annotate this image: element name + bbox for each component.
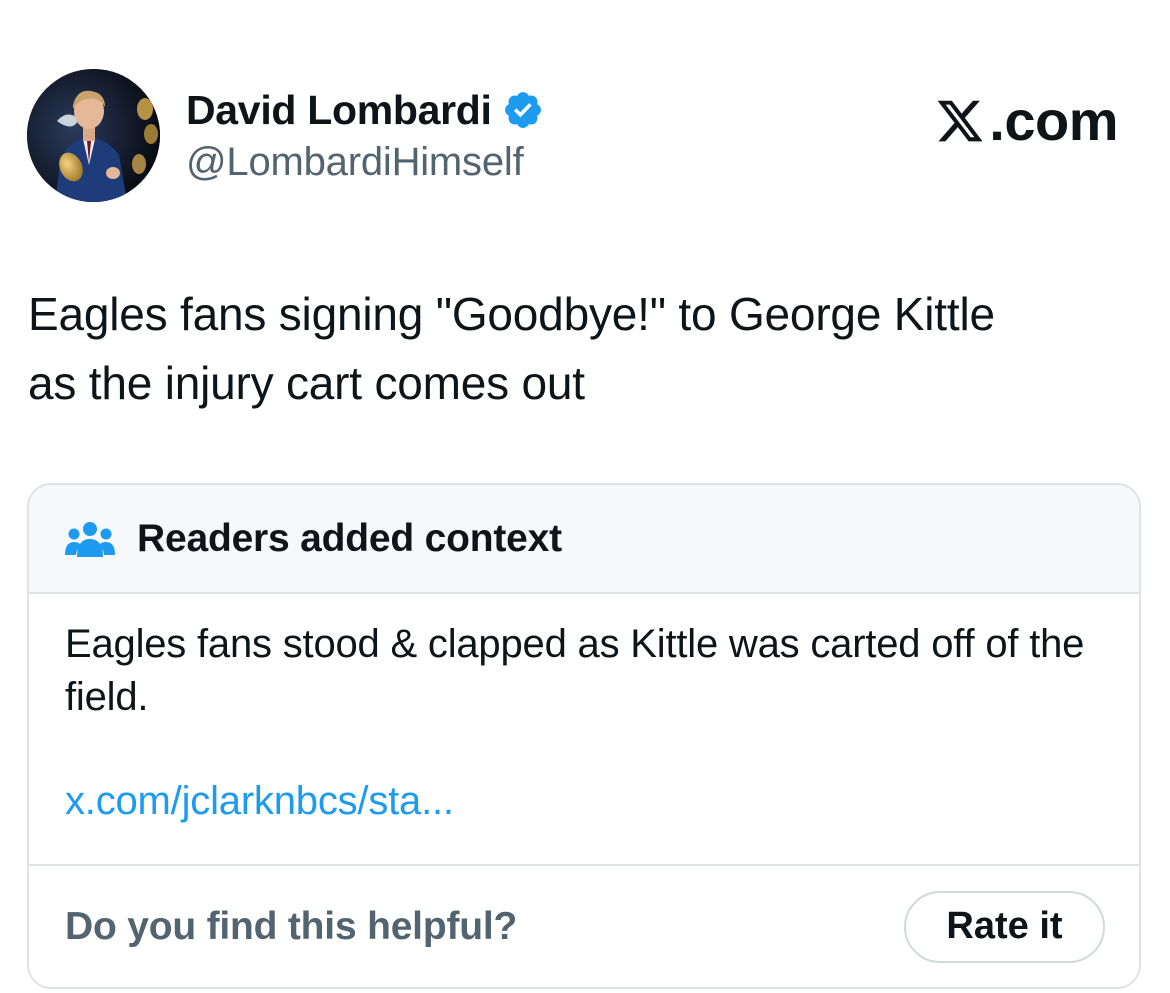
community-note-footer: Do you find this helpful? Rate it xyxy=(29,866,1139,987)
display-name-text[interactable]: David Lombardi xyxy=(186,87,492,134)
community-note-source-link[interactable]: x.com/jclarknbcs/sta... xyxy=(65,779,1103,824)
tweet-text-line-2: as the injury cart comes out xyxy=(28,357,585,409)
avatar[interactable] xyxy=(27,69,160,202)
display-name[interactable]: David Lombardi xyxy=(186,86,544,134)
brand-logo[interactable]: .com xyxy=(935,88,1118,153)
readers-icon xyxy=(65,521,115,557)
tweet-text-line-1: Eagles fans signing "Goodbye!" to George… xyxy=(28,288,995,340)
user-handle[interactable]: @LombardiHimself xyxy=(186,140,524,185)
x-logo-icon xyxy=(937,100,983,141)
community-note-text: Eagles fans stood & clapped as Kittle wa… xyxy=(65,622,1085,719)
community-note-header: Readers added context xyxy=(29,485,1139,594)
community-note-card: Readers added context Eagles fans stood … xyxy=(27,483,1141,989)
community-note-title: Readers added context xyxy=(137,516,562,560)
tweet-text: Eagles fans signing "Goodbye!" to George… xyxy=(28,280,1138,418)
helpful-question: Do you find this helpful? xyxy=(65,904,518,948)
community-note-body: Eagles fans stood & clapped as Kittle wa… xyxy=(29,594,1139,866)
rate-it-button[interactable]: Rate it xyxy=(904,890,1105,963)
brand-domain: .com xyxy=(989,89,1118,152)
verified-badge-icon xyxy=(504,92,541,128)
